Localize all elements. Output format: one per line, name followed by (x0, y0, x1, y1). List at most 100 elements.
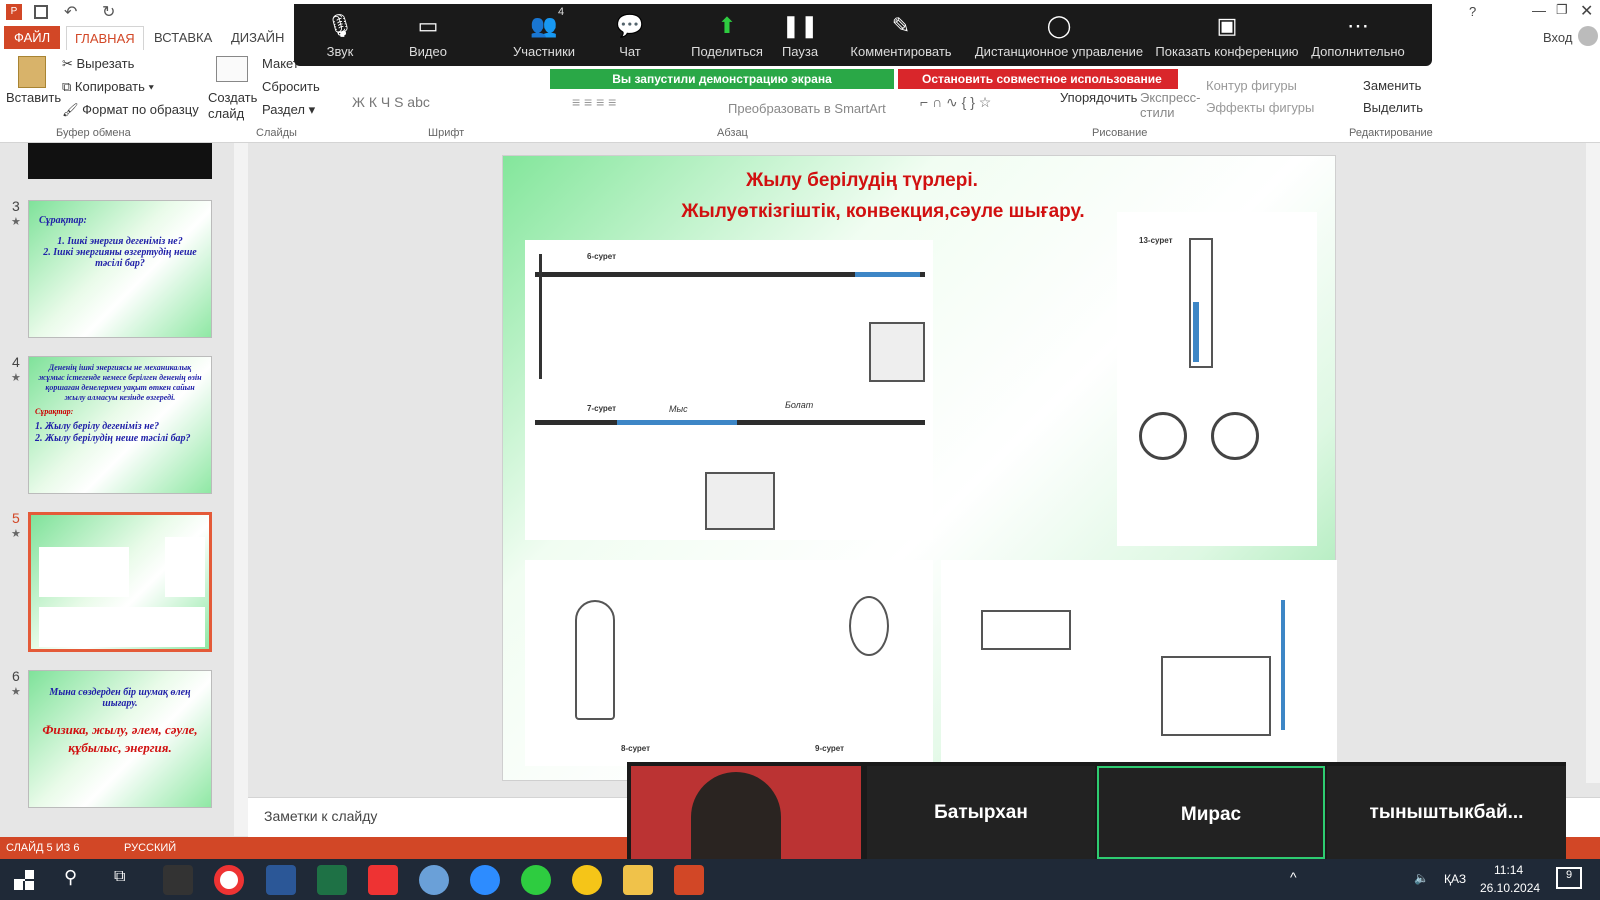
yandex-icon[interactable] (368, 865, 398, 895)
new-slide-icon[interactable] (216, 56, 248, 82)
zoom-participants-button[interactable]: 👥 Участники 4 (488, 4, 600, 66)
stop-share-button[interactable]: Остановить совместное использование (898, 69, 1178, 89)
section-button[interactable]: Раздел ▾ (262, 102, 315, 118)
slide-counter: СЛАЙД 5 ИЗ 6 (6, 842, 80, 854)
video-tile[interactable]: тыныштыкбай... (1327, 766, 1566, 859)
share-banner: Вы запустили демонстрацию экрана (550, 69, 894, 89)
zoom-more-button[interactable]: ⋯ Дополнительно (1298, 4, 1418, 66)
task-view-icon[interactable]: ⧉ (114, 868, 125, 886)
input-language[interactable]: ҚАЗ (1444, 872, 1466, 886)
volume-icon[interactable]: 🔈 (1414, 871, 1429, 885)
paint-icon[interactable] (419, 865, 449, 895)
font-format-buttons[interactable]: Ж К Ч S abc (352, 94, 430, 110)
start-icon[interactable] (14, 870, 34, 890)
zoom-button-label: Показать конференцию (1155, 44, 1299, 59)
slide-scrollbar[interactable] (1586, 143, 1600, 783)
zoom-button-label: Дополнительно (1311, 44, 1405, 59)
brush-icon: 🖌 (62, 102, 83, 117)
section-label: Раздел (262, 102, 305, 117)
thumbnail-slide-3[interactable]: Сұрақтар: 1. Ішкі энергия дегеніміз не? … (28, 200, 212, 338)
video-tile-self[interactable] (631, 766, 861, 859)
avatar[interactable] (1578, 26, 1598, 46)
conduction-figure: 6-сурет 7-сурет Мыс Болат (525, 240, 933, 540)
convection-figure: 8-сурет 9-сурет (525, 560, 933, 766)
undo-icon[interactable]: ↶ (64, 2, 77, 22)
thumbnail-slide-6[interactable]: Мына сөздерден бір шумақ өлең шығару. Фи… (28, 670, 212, 808)
thumb3-line1: 1. Ішкі энергия дегеніміз не? (57, 236, 183, 247)
notification-center-icon[interactable]: 9 (1556, 867, 1582, 889)
windows-taskbar: ⚲ ⧉ ^ 🔈 ҚАЗ 11:14 26.10.2024 9 (0, 859, 1600, 900)
zoom-pen-button[interactable]: ✎ Комментировать (846, 4, 956, 66)
clock-date[interactable]: 26.10.2024 (1480, 881, 1540, 895)
thumbnail-slide-5-selected[interactable] (28, 512, 212, 652)
participants-icon: 👥 (530, 13, 558, 38)
cut-button[interactable]: ✂ Вырезать (62, 56, 134, 72)
tray-chevron-icon[interactable]: ^ (1290, 869, 1297, 885)
minimize-button[interactable]: — (1532, 2, 1546, 18)
video-tile[interactable]: Батырхан (867, 766, 1095, 859)
zoom-app-icon[interactable] (470, 865, 500, 895)
thumbnail-partial[interactable] (28, 143, 212, 179)
video-tile-active-speaker[interactable]: Мирас (1097, 766, 1325, 859)
browser-icon[interactable] (521, 865, 551, 895)
zoom-pause-button[interactable]: ❚❚ Пауза (770, 4, 830, 66)
restore-button[interactable]: ❐ (1556, 2, 1568, 18)
tab-insert[interactable]: ВСТАВКА (146, 28, 220, 47)
format-painter-button[interactable]: 🖌 Формат по образцу (62, 102, 199, 118)
thumbnail-number: 3 (12, 198, 20, 214)
font-group-label: Шрифт (428, 127, 465, 139)
clock-time[interactable]: 11:14 (1494, 863, 1523, 877)
tab-file[interactable]: ФАЙЛ (4, 26, 61, 49)
excel-icon[interactable] (317, 865, 347, 895)
zoom-button-label: Пауза (781, 44, 819, 59)
arrange-button[interactable]: Упорядочить (1060, 90, 1138, 105)
search-icon[interactable]: ⚲ (64, 867, 77, 888)
login-link[interactable]: Вход (1535, 28, 1580, 47)
powerpoint-icon[interactable] (674, 865, 704, 895)
zoom-show-meeting-button[interactable]: ▣ Показать конференцию (1154, 4, 1300, 66)
shelf (981, 610, 1071, 650)
yandex-browser-icon[interactable] (572, 865, 602, 895)
redo-icon[interactable]: ↻ (102, 2, 115, 22)
thumbnail-scrollbar[interactable] (234, 143, 248, 836)
cut-label: Вырезать (76, 56, 135, 71)
radiation-figure: 13-сурет (1117, 212, 1317, 546)
zoom-camera-button[interactable]: ▭ Видео (398, 4, 458, 66)
smartart-button[interactable]: Преобразовать в SmartArt (728, 101, 886, 116)
tab-home[interactable]: ГЛАВНАЯ (66, 26, 144, 50)
thumb6-line1: Мына сөздерден бір шумақ өлең шығару. (49, 687, 191, 709)
save-icon[interactable] (34, 5, 48, 19)
editing-group-label: Редактирование (1349, 127, 1433, 139)
zoom-chat-button[interactable]: 💬 Чат (600, 4, 660, 66)
copy-button[interactable]: ⧉ Копировать ▾ (62, 79, 154, 95)
reset-button[interactable]: Сбросить (262, 79, 320, 94)
word-icon[interactable] (266, 865, 296, 895)
thumb5-figure (165, 537, 205, 597)
align-buttons[interactable]: ≡ ≡ ≡ ≡ (572, 94, 616, 110)
thumbnail-slide-4[interactable]: Дененің ішкі энергиясы не механикалық жұ… (28, 356, 212, 494)
shape-effects-button[interactable]: Эффекты фигуры (1206, 100, 1314, 115)
quick-styles-button[interactable]: Экспресс-стили (1140, 90, 1204, 120)
zoom-microphone-button[interactable]: 🎙 Звук (310, 4, 370, 66)
slide-canvas[interactable]: Жылу берілудің түрлері. Жылуөткізгіштік,… (502, 155, 1337, 781)
chrome-icon[interactable] (214, 865, 244, 895)
share-icon: ⬆ (717, 13, 737, 38)
close-button[interactable]: ✕ (1580, 1, 1593, 21)
wood-block (705, 472, 775, 530)
zoom-mouse-button[interactable]: ◯ Дистанционное управление (974, 4, 1144, 66)
calendar-app-icon[interactable] (163, 865, 193, 895)
tab-design[interactable]: ДИЗАЙН (223, 28, 292, 47)
zoom-share-button[interactable]: ⬆ Поделиться (682, 4, 772, 66)
shapes-gallery[interactable]: ⌐ ∩ ∿ { } ☆ (920, 94, 991, 111)
file-explorer-icon[interactable] (623, 865, 653, 895)
paste-button[interactable]: Вставить (6, 90, 61, 105)
new-slide-button[interactable]: Создать слайд (208, 90, 258, 122)
shape-outline-button[interactable]: Контур фигуры (1206, 78, 1297, 93)
zoom-video-strip: Батырхан Мирас тыныштыкбай... (627, 762, 1566, 859)
select-button[interactable]: Выделить (1363, 100, 1423, 115)
animation-star-icon: ★ (11, 528, 21, 540)
replace-button[interactable]: Заменить (1363, 78, 1421, 93)
help-button[interactable]: ? (1469, 4, 1476, 19)
language-status[interactable]: РУССКИЙ (124, 842, 176, 854)
paste-icon[interactable] (18, 56, 46, 88)
